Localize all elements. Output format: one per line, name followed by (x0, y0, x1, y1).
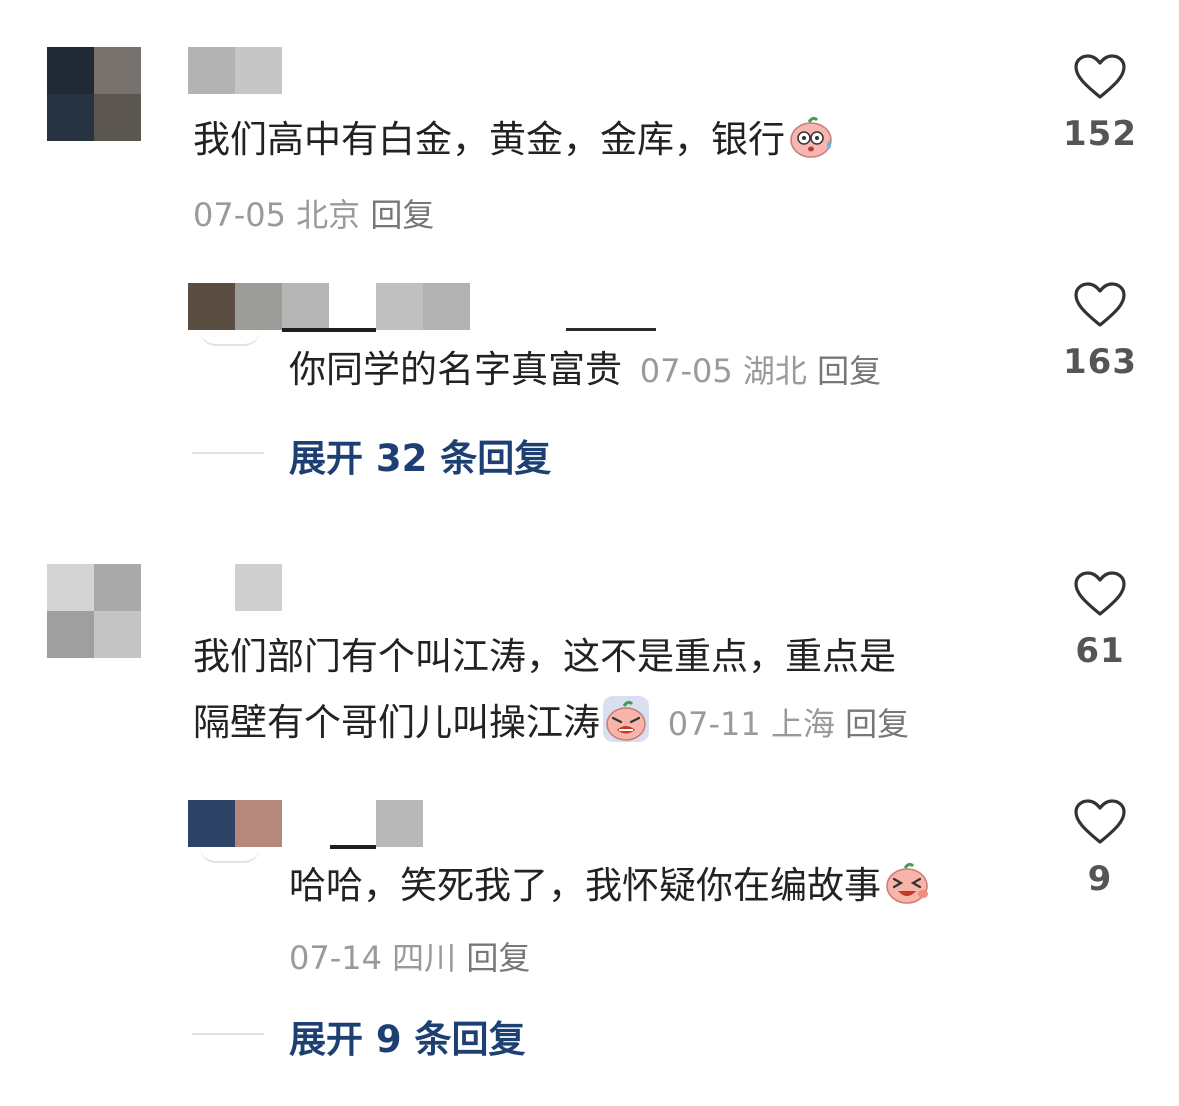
reply-text: 哈哈，笑死我了，我怀疑你在编故事 (289, 853, 931, 919)
like-count: 152 (1063, 114, 1137, 154)
avatar[interactable] (188, 283, 282, 330)
expand-replies-button[interactable]: 展开 32 条回复 (289, 428, 551, 482)
heart-outline-icon[interactable] (1074, 282, 1126, 328)
username[interactable] (282, 283, 470, 330)
reply-date: 07-14 (289, 939, 382, 977)
like-button[interactable]: 152 (1060, 54, 1140, 154)
comment-meta: 07-11 上海 回复 (668, 705, 909, 743)
like-button[interactable]: 9 (1060, 799, 1140, 899)
comment-body-line: 我们部门有个叫江涛，这不是重点，重点是 (193, 635, 896, 678)
avatar[interactable] (47, 47, 141, 141)
comment-text: 我们高中有白金，黄金，金库，银行 (193, 107, 835, 173)
username[interactable] (235, 564, 282, 611)
reply-meta: 07-05 湖北 回复 (640, 352, 881, 390)
comment-location: 上海 (770, 705, 835, 743)
like-count: 163 (1063, 342, 1137, 382)
reply-location: 四川 (392, 939, 457, 977)
expand-replies-button[interactable]: 展开 9 条回复 (289, 1009, 526, 1063)
username[interactable] (376, 800, 423, 847)
comment-meta: 07-05 北京 回复 (193, 190, 434, 236)
reply-button[interactable]: 回复 (845, 705, 909, 743)
avatar-edge (200, 847, 260, 863)
reply-button[interactable]: 回复 (466, 939, 530, 977)
like-button[interactable]: 163 (1060, 282, 1140, 382)
heart-outline-icon[interactable] (1074, 571, 1126, 617)
heart-outline-icon[interactable] (1074, 54, 1126, 100)
reply-location: 湖北 (742, 352, 807, 390)
comment-location: 北京 (296, 196, 361, 234)
heart-outline-icon[interactable] (1074, 799, 1126, 845)
comment-date: 07-11 (667, 705, 761, 743)
avatar[interactable] (47, 564, 141, 658)
laughing-face-emoji-icon (883, 858, 931, 906)
username-shadow (282, 328, 376, 332)
comment-text: 我们部门有个叫江涛，这不是重点，重点是 隔壁有个哥们儿叫操江涛 07-11 上海… (193, 624, 909, 757)
reply-date: 07-05 (639, 352, 733, 390)
comment-body: 隔壁有个哥们儿叫操江涛 (193, 701, 600, 744)
reply-meta: 07-14 四川 回复 (289, 933, 530, 979)
avatar[interactable] (188, 800, 282, 847)
username-shadow (330, 845, 376, 849)
expand-divider (192, 1033, 264, 1035)
reply-button[interactable]: 回复 (370, 196, 434, 234)
reply-body: 你同学的名字真富贵 (289, 348, 622, 391)
expand-divider (192, 452, 264, 454)
comment-body: 我们高中有白金，黄金，金库，银行 (193, 118, 785, 161)
sweat-face-emoji-icon (787, 112, 835, 160)
username[interactable] (188, 47, 282, 94)
like-button[interactable]: 61 (1060, 571, 1140, 671)
avatar-edge (200, 330, 260, 346)
comment-date: 07-05 (193, 196, 286, 234)
reply-button[interactable]: 回复 (817, 352, 881, 390)
crying-face-emoji-icon (602, 695, 650, 743)
reply-body: 哈哈，笑死我了，我怀疑你在编故事 (289, 864, 881, 907)
like-count: 9 (1087, 859, 1113, 899)
reply-text: 你同学的名字真富贵 07-05 湖北 回复 (289, 337, 881, 404)
comment-body-line: 隔壁有个哥们儿叫操江涛 07-11 上海 回复 (193, 690, 909, 757)
username-shadow (566, 328, 656, 331)
like-count: 61 (1075, 631, 1125, 671)
